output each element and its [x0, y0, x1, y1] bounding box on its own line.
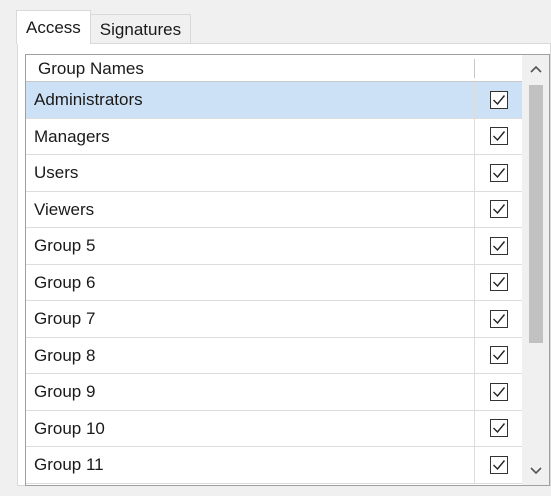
check-icon [492, 240, 505, 251]
tab-signatures-label: Signatures [99, 19, 182, 39]
check-icon [492, 94, 505, 105]
checkbox-cell [475, 119, 522, 155]
checkbox-cell [475, 192, 522, 228]
group-checkbox[interactable] [489, 382, 508, 401]
table-row[interactable]: Group 11 [26, 447, 522, 484]
table-row[interactable]: Group 9 [26, 374, 522, 411]
checkbox-cell [475, 411, 522, 447]
checkbox-cell [475, 155, 522, 191]
chevron-down-icon [530, 467, 542, 475]
tab-signatures[interactable]: Signatures [89, 14, 192, 44]
group-name-cell: Group 6 [34, 272, 96, 292]
group-name-cell: Managers [34, 126, 110, 146]
group-checkbox[interactable] [489, 273, 508, 292]
table-row[interactable]: Viewers [26, 191, 522, 228]
group-checkbox[interactable] [489, 163, 508, 182]
checkbox-cell [475, 338, 522, 374]
table-row[interactable]: Managers [26, 118, 522, 155]
tab-strip: Access Signatures [16, 10, 192, 44]
scrollbar-thumb[interactable] [529, 85, 543, 343]
table-row[interactable]: Group 7 [26, 301, 522, 338]
grid-rows: Administrators Managers Users Viewers Gr… [26, 82, 522, 484]
group-name-cell: Group 9 [34, 382, 96, 401]
group-name-cell: Group 7 [34, 309, 96, 328]
group-name-cell: Users [34, 163, 79, 182]
check-icon [492, 386, 505, 397]
table-row[interactable]: Group 10 [26, 410, 522, 447]
group-names-grid: Group Names Administrators Managers User… [25, 54, 550, 486]
check-icon [492, 131, 505, 142]
group-checkbox[interactable] [489, 455, 508, 474]
tab-access[interactable]: Access [16, 10, 91, 44]
table-row[interactable]: Group 6 [26, 264, 522, 301]
checkbox-cell [475, 82, 522, 118]
group-checkbox[interactable] [489, 346, 508, 365]
group-name-cell: Group 11 [34, 455, 104, 474]
column-header-group-names[interactable]: Group Names [26, 55, 474, 82]
table-row[interactable]: Users [26, 155, 522, 192]
checkbox-cell [475, 374, 522, 410]
column-header-label: Group Names [38, 59, 144, 78]
check-icon [492, 167, 505, 178]
grid-header: Group Names [26, 55, 522, 82]
group-name-cell: Viewers [34, 199, 95, 219]
group-name-cell: Administrators [34, 90, 143, 109]
scroll-up-button[interactable] [522, 55, 549, 83]
group-checkbox[interactable] [489, 309, 508, 328]
checkbox-cell [475, 447, 522, 483]
column-separator[interactable] [474, 59, 475, 78]
group-checkbox[interactable] [489, 419, 508, 438]
group-checkbox[interactable] [489, 90, 508, 109]
checkbox-cell [475, 301, 522, 337]
check-icon [492, 459, 505, 470]
check-icon [492, 313, 505, 324]
table-row[interactable]: Group 5 [26, 228, 522, 265]
vertical-scrollbar[interactable] [522, 55, 549, 485]
group-checkbox[interactable] [489, 127, 508, 146]
check-icon [492, 423, 505, 434]
group-name-cell: Group 8 [34, 345, 96, 365]
scroll-down-button[interactable] [522, 457, 549, 485]
access-tab-panel: Group Names Administrators Managers User… [17, 43, 551, 486]
chevron-up-icon [530, 65, 542, 73]
tab-access-label: Access [26, 17, 81, 37]
check-icon [492, 350, 505, 361]
check-icon [492, 277, 505, 288]
check-icon [492, 204, 505, 215]
checkbox-cell [475, 265, 522, 301]
group-checkbox[interactable] [489, 236, 508, 255]
group-name-cell: Group 10 [34, 418, 105, 438]
checkbox-cell [475, 228, 522, 264]
table-row[interactable]: Administrators [26, 82, 522, 119]
group-checkbox[interactable] [489, 200, 508, 219]
group-name-cell: Group 5 [34, 236, 96, 255]
table-row[interactable]: Group 8 [26, 337, 522, 374]
